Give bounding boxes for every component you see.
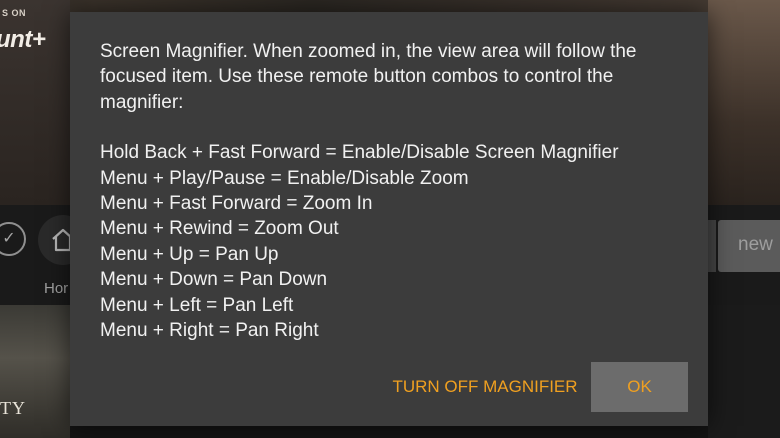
hero-right-artwork — [708, 0, 780, 205]
combo-item: Menu + Play/Pause = Enable/Disable Zoom — [100, 167, 469, 189]
combo-item: Menu + Up = Pan Up — [100, 243, 279, 265]
dialog-body: Screen Magnifier. When zoomed in, the vi… — [100, 39, 690, 343]
dialog-intro-text: Screen Magnifier. When zoomed in, the vi… — [100, 41, 637, 113]
tile-edge — [708, 220, 716, 272]
screen: S ON unt+ ✓ Hor new TY Screen Magnifier.… — [0, 0, 780, 438]
poster-tile-right — [708, 305, 780, 438]
tile-new-label: new — [738, 234, 773, 255]
screen-magnifier-dialog: Screen Magnifier. When zoomed in, the vi… — [70, 12, 708, 426]
nav-home-label: Hor — [44, 280, 69, 297]
turn-off-magnifier-button[interactable]: TURN OFF MAGNIFIER — [390, 362, 580, 412]
combo-item: Menu + Rewind = Zoom Out — [100, 218, 339, 240]
combo-item: Menu + Down = Pan Down — [100, 269, 328, 291]
ok-button[interactable]: OK — [591, 362, 688, 412]
hero-left-artwork: S ON unt+ — [0, 0, 70, 205]
combo-list: Hold Back + Fast Forward = Enable/Disabl… — [100, 140, 690, 343]
brand-caption: S ON — [2, 8, 27, 18]
combo-item: Menu + Fast Forward = Zoom In — [100, 193, 373, 215]
combo-item: Hold Back + Fast Forward = Enable/Disabl… — [100, 142, 619, 164]
brand-logo-text: unt+ — [0, 26, 46, 53]
poster-title: TY — [0, 398, 26, 418]
combo-item: Menu + Left = Pan Left — [100, 294, 294, 316]
combo-item: Menu + Right = Pan Right — [100, 320, 319, 342]
dialog-actions: TURN OFF MAGNIFIER OK — [70, 362, 708, 412]
